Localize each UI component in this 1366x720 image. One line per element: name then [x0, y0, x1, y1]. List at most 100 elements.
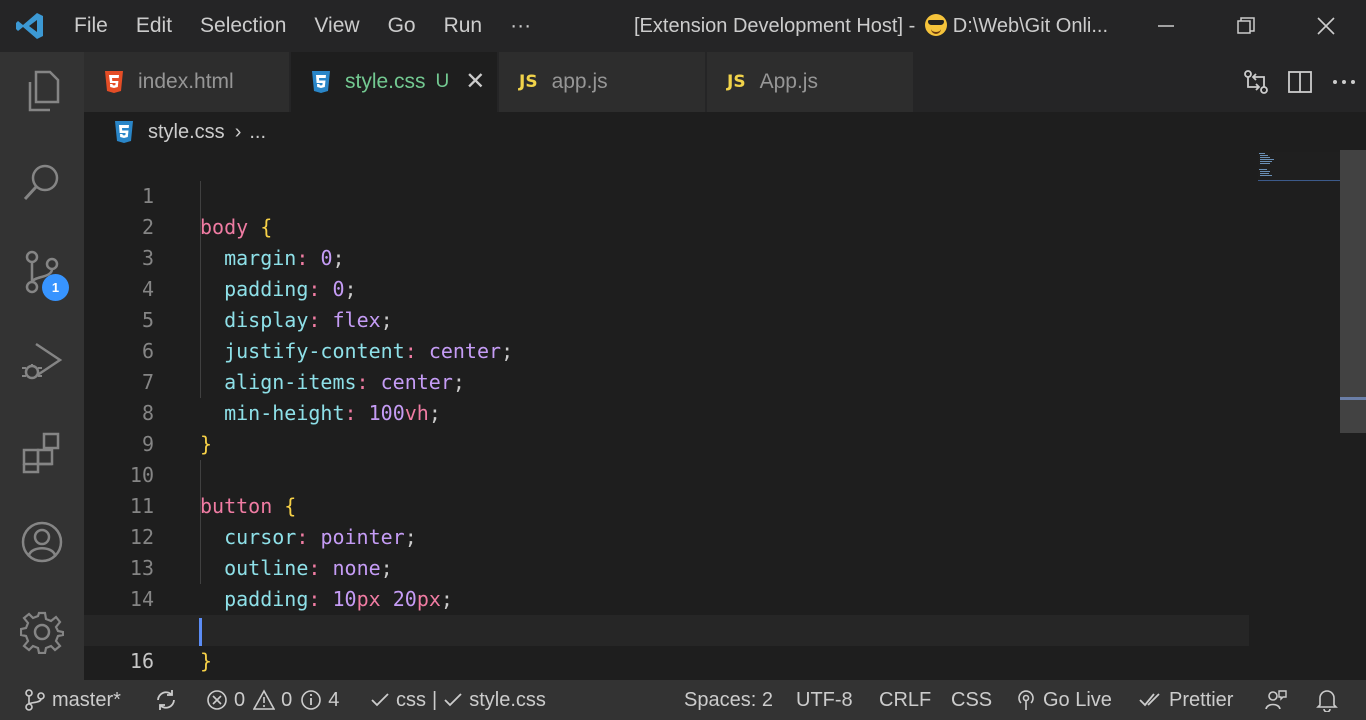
minimap[interactable]	[1258, 152, 1340, 182]
menu-run[interactable]: Run	[430, 0, 497, 52]
code-line: 11 cursor: pointer;	[84, 460, 1249, 549]
title-bar: File Edit Selection View Go Run ··· [Ext…	[0, 0, 1366, 52]
scrollbar-cursor-marker	[1340, 397, 1366, 400]
close-tab-button[interactable]: ✕	[465, 70, 485, 94]
code-line: 13 padding: 10px 20px;	[84, 522, 1249, 611]
breadcrumb-symbols[interactable]: ...	[249, 121, 266, 144]
manage-button[interactable]	[0, 592, 84, 672]
tab-label: App.js	[759, 70, 818, 93]
split-editor-icon	[1288, 71, 1312, 93]
double-check-icon	[1139, 693, 1160, 707]
breadcrumb: style.css › ...	[114, 116, 266, 148]
search-icon	[23, 164, 59, 201]
code-line: 12 outline: none;	[84, 491, 1249, 580]
prettier-status[interactable]: Prettier	[1139, 680, 1233, 720]
breadcrumb-file[interactable]: style.css	[148, 121, 225, 144]
text-cursor	[199, 618, 202, 646]
status-separator: |	[432, 688, 438, 711]
run-debug-icon	[22, 342, 63, 380]
check-icon	[444, 693, 462, 707]
explorer-button[interactable]	[0, 52, 84, 132]
bell-icon	[1316, 690, 1338, 712]
branch-indicator[interactable]: master*	[24, 680, 121, 720]
untracked-status: U	[435, 71, 450, 92]
sunglasses-emoji-icon	[924, 14, 947, 36]
eol-status[interactable]: CRLF	[879, 680, 931, 720]
feedback-icon	[1265, 690, 1287, 710]
menu-view[interactable]: View	[300, 0, 373, 52]
problems-indicator[interactable]: 0 0 4	[206, 680, 339, 720]
tab-style-css[interactable]: style.css U ✕	[291, 52, 498, 112]
code-line: 15 }	[84, 584, 1249, 673]
menu-file[interactable]: File	[60, 0, 122, 52]
restore-button[interactable]	[1206, 0, 1286, 52]
notifications-button[interactable]	[1316, 680, 1344, 720]
code-line: 1 body {	[84, 150, 1249, 239]
window-title: [Extension Development Host] - D:\Web\Gi…	[634, 0, 1108, 52]
go-live-label: Go Live	[1043, 688, 1112, 711]
vertical-scrollbar[interactable]	[1340, 150, 1366, 433]
source-control-button[interactable]	[0, 232, 84, 312]
language-mode-status[interactable]: CSS	[951, 680, 992, 720]
code-line: 3 padding: 0;	[84, 212, 1249, 301]
linter-status[interactable]: css | style.css	[370, 680, 546, 720]
tab-index-html[interactable]: index.html	[84, 52, 290, 112]
code-line: 4 display: flex;	[84, 243, 1249, 332]
tab-label: index.html	[138, 70, 234, 93]
run-debug-button[interactable]	[0, 322, 84, 402]
warning-icon	[253, 689, 276, 710]
indentation-status[interactable]: Spaces: 2	[684, 680, 773, 720]
menu-selection[interactable]: Selection	[186, 0, 300, 52]
code-line: 10 button {	[84, 429, 1249, 518]
minimize-icon	[1158, 25, 1174, 27]
tab-App-js[interactable]: JS App.js	[707, 52, 914, 112]
menu-go[interactable]: Go	[374, 0, 430, 52]
more-actions-button[interactable]	[1322, 52, 1366, 112]
tab-label: app.js	[551, 70, 608, 93]
error-icon	[207, 690, 227, 710]
code-line: 5 justify-content: center;	[84, 274, 1249, 363]
js-icon: JS	[727, 72, 746, 92]
code-line: 9	[84, 398, 1249, 456]
linter-language: css	[396, 688, 426, 711]
code-line: 14 font-size: 2rem;	[84, 553, 1249, 642]
menu-bar: File Edit Selection View Go Run ···	[60, 0, 545, 52]
go-live-button[interactable]: Go Live	[1015, 680, 1112, 720]
feedback-button[interactable]	[1264, 680, 1294, 720]
code-line: 8 }	[84, 367, 1249, 456]
extensions-icon	[22, 432, 60, 474]
account-icon	[21, 521, 63, 563]
tab-app-js[interactable]: JS app.js	[499, 52, 706, 112]
window-controls	[1126, 0, 1366, 52]
gear-icon	[20, 611, 64, 654]
css3-icon	[114, 120, 134, 144]
open-changes-button[interactable]	[1234, 52, 1278, 112]
info-icon	[301, 690, 322, 710]
compare-changes-icon	[1244, 70, 1268, 94]
extensions-button[interactable]	[0, 412, 84, 492]
html5-icon	[104, 70, 124, 94]
encoding-status[interactable]: UTF-8	[796, 680, 853, 720]
prettier-label: Prettier	[1169, 688, 1234, 711]
close-window-button[interactable]	[1286, 0, 1366, 52]
branch-name: master*	[52, 688, 121, 711]
warning-count: 0	[281, 688, 293, 711]
split-editor-button[interactable]	[1278, 52, 1322, 112]
window-title-path: D:\Web\Git Onli...	[952, 15, 1109, 37]
menu-edit[interactable]: Edit	[122, 0, 186, 52]
ellipsis-icon	[1333, 80, 1355, 84]
code-editor[interactable]: 1 body { 2 margin: 0; 3 padding: 0; 4 di…	[84, 150, 1366, 680]
code-line: 2 margin: 0;	[84, 181, 1249, 270]
info-count: 4	[328, 688, 340, 711]
accounts-button[interactable]	[0, 502, 84, 582]
menu-more[interactable]: ···	[496, 0, 545, 52]
error-count: 0	[234, 688, 246, 711]
activity-bar: 1	[0, 52, 84, 680]
close-icon	[1317, 17, 1335, 35]
search-button[interactable]	[0, 142, 84, 222]
minimize-button[interactable]	[1126, 0, 1206, 52]
restore-icon	[1237, 17, 1255, 34]
sync-button[interactable]	[154, 680, 184, 720]
tab-label: style.css	[345, 70, 426, 93]
window-title-label: [Extension Development Host] -	[634, 15, 921, 37]
